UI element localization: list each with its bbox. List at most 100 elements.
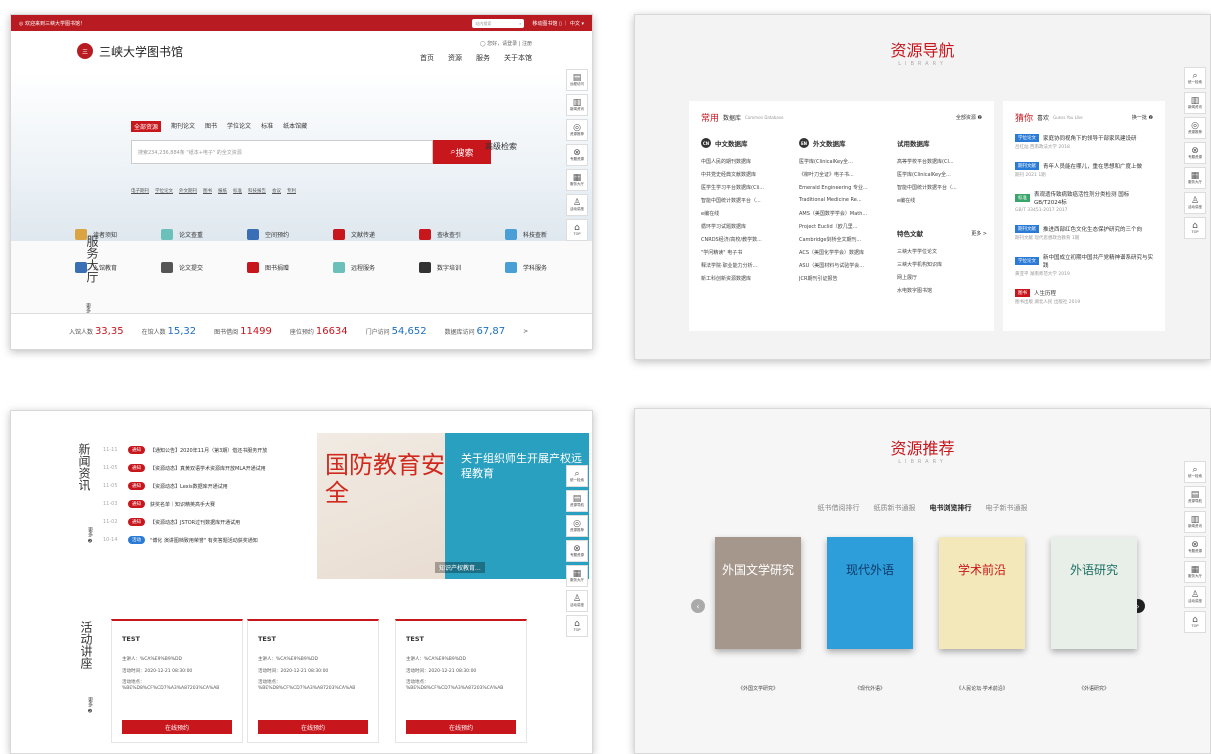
special-link[interactable]: 网上展厅 bbox=[897, 274, 989, 287]
service-item[interactable]: 数字培训 bbox=[419, 262, 505, 273]
rail-item[interactable]: ♙ 活动讲座 bbox=[566, 590, 588, 612]
reserve-button[interactable]: 在线预约 bbox=[258, 720, 368, 734]
database-link[interactable]: 新工科创新资源数据库 bbox=[701, 275, 793, 288]
service-item[interactable]: 远程服务 bbox=[333, 262, 419, 273]
database-link[interactable]: 医学库(ClinicalKey全... bbox=[799, 158, 891, 171]
quick-link[interactable]: 外文期刊 bbox=[179, 188, 197, 194]
recommend-tab[interactable]: 纸书借阅排行 bbox=[818, 503, 860, 513]
search-tab[interactable]: 期刊论文 bbox=[171, 121, 195, 132]
news-more-link[interactable]: 更多 ❷ bbox=[87, 527, 94, 545]
rail-item[interactable]: ▥ 新闻资讯 bbox=[1184, 511, 1206, 533]
rail-item[interactable]: ⌂ TOP bbox=[1184, 611, 1206, 633]
quick-link[interactable]: 会议 bbox=[272, 188, 281, 194]
news-banner[interactable]: 国防教育安全 关于组织师生开展产权远程教育 知识产权教育... bbox=[317, 433, 589, 579]
service-item[interactable]: 论文查重 bbox=[161, 229, 247, 240]
top-links[interactable]: 移动图书馆 ▯ ｜ 中文 ▾ bbox=[532, 20, 584, 27]
recommend-item[interactable]: 期刊文献 推进西部红色文化生态保护研究的三个向 期刊文献 现代思想政治教育 1期 bbox=[1015, 225, 1153, 241]
nav-item[interactable]: 服务 bbox=[476, 53, 490, 63]
rail-item[interactable]: ⌂ TOP bbox=[1184, 217, 1206, 239]
service-item[interactable]: 文献传递 bbox=[333, 229, 419, 240]
database-link[interactable]: 医学生学习平台数据库(Cli... bbox=[701, 184, 793, 197]
rail-item[interactable]: ⌕ 统一检索 bbox=[1184, 461, 1206, 483]
database-link[interactable]: 智能中国统计数据平台（... bbox=[701, 197, 793, 210]
nav-item[interactable]: 关于本馆 bbox=[504, 53, 532, 63]
news-item[interactable]: 11-02 通知 【资源动态】JSTOR过刊数据库开通试用 bbox=[103, 513, 328, 531]
database-link[interactable]: 智能中国统计数据平台（... bbox=[897, 184, 989, 197]
rail-item[interactable]: ▤ 远程访问 bbox=[566, 69, 588, 91]
search-tab[interactable]: 全部资源 bbox=[131, 121, 162, 132]
search-tab[interactable]: 标准 bbox=[261, 121, 273, 132]
database-link[interactable]: AMS（美国数学学会）Math... bbox=[799, 210, 891, 223]
search-icon[interactable]: ⌕ bbox=[519, 21, 521, 26]
advanced-search-link[interactable]: 高级检索 bbox=[485, 141, 517, 152]
news-item[interactable]: 10-14 活动 "博化 演讲图档致用荣誉" 有奖答题活动获奖通知 bbox=[103, 531, 328, 549]
rail-item[interactable]: ▤ 资源导航 bbox=[1184, 486, 1206, 508]
rail-item[interactable]: ◎ 资源推荐 bbox=[566, 515, 588, 537]
rail-item[interactable]: ♙ 活动讲座 bbox=[1184, 586, 1206, 608]
rail-item[interactable]: ⌕ 统一检索 bbox=[566, 465, 588, 487]
recommend-item[interactable]: 期刊文献 青年人员能在哪儿，重在思想和广度上做 期刊 2021 1期 bbox=[1015, 162, 1153, 178]
database-link[interactable]: ACS（美国化学学会）数据库 bbox=[799, 249, 891, 262]
database-link[interactable]: Cambridge剑桥全文期刊... bbox=[799, 236, 891, 249]
reserve-button[interactable]: 在线预约 bbox=[122, 720, 232, 734]
special-more-link[interactable]: 更多 > bbox=[971, 230, 987, 237]
database-link[interactable]: 中国人民的期刊数据库 bbox=[701, 158, 793, 171]
news-item[interactable]: 11-11 通知 【通知公告】2020年11月（第3期）借还书服务开放 bbox=[103, 441, 328, 459]
service-item[interactable]: 入馆教育 bbox=[75, 262, 161, 273]
site-search-input[interactable]: 站内搜索 ⌕ bbox=[472, 18, 525, 28]
special-link[interactable]: 三峡大学学位论文 bbox=[897, 248, 989, 261]
library-logo[interactable]: 三三峡大学图书馆 bbox=[77, 43, 183, 60]
all-resources-link[interactable]: 全部资源 ❷ bbox=[956, 114, 982, 121]
activity-more-link[interactable]: 更多 ❷ bbox=[87, 697, 94, 715]
book-cover[interactable]: 外国文学研究 bbox=[715, 537, 801, 649]
login-link[interactable]: ◯ 您好，请登录 | 注册 bbox=[480, 40, 532, 47]
reserve-button[interactable]: 在线预约 bbox=[406, 720, 516, 734]
rail-item[interactable]: ◎ 资源推荐 bbox=[566, 119, 588, 141]
book-cover[interactable]: 现代外语 bbox=[827, 537, 913, 649]
rail-item[interactable]: ▦ 服务大厅 bbox=[566, 169, 588, 191]
rail-item[interactable]: ▦ 服务大厅 bbox=[1184, 167, 1206, 189]
nav-item[interactable]: 首页 bbox=[420, 53, 434, 63]
recommend-tab[interactable]: 电书浏览排行 bbox=[930, 503, 972, 513]
database-link[interactable]: e编在线 bbox=[897, 197, 989, 210]
prev-arrow-icon[interactable]: ‹ bbox=[691, 599, 705, 613]
database-link[interactable]: 释法学院·职业能力分析... bbox=[701, 262, 793, 275]
rail-item[interactable]: ⊗ 专题资源 bbox=[1184, 142, 1206, 164]
news-item[interactable]: 11-05 通知 【资源动态】Lexis数据库开通试用 bbox=[103, 477, 328, 495]
service-item[interactable]: 查收查引 bbox=[419, 229, 505, 240]
nav-item[interactable]: 资源 bbox=[448, 53, 462, 63]
book-cover[interactable]: 学术前沿 bbox=[939, 537, 1025, 649]
quick-link[interactable]: 科技报告 bbox=[248, 188, 266, 194]
news-item[interactable]: 11-03 通知 获奖名单｜知识精英高手大赛 bbox=[103, 495, 328, 513]
rail-item[interactable]: ♙ 活动讲座 bbox=[566, 194, 588, 216]
rail-item[interactable]: ◎ 资源推荐 bbox=[1184, 117, 1206, 139]
rail-item[interactable]: ♙ 活动讲座 bbox=[1184, 192, 1206, 214]
recommend-item[interactable]: 图书 人生历程 图书出版 湖北人民 出版社 2019 bbox=[1015, 289, 1153, 305]
recommend-item[interactable]: 学位论文 新中国成立初期中国共产党精神谱系研究与实践 黄亚平 湖南师范大学 2019 bbox=[1015, 253, 1153, 277]
search-button[interactable]: ⌕ 搜索 bbox=[433, 140, 491, 164]
database-link[interactable]: 高等学校平台数据库(Cl... bbox=[897, 158, 989, 171]
recommend-item[interactable]: 标准 表观遗传致病致癌活性剂分类检测 国标GB/T2024标 GB/T 33451-… bbox=[1015, 190, 1153, 213]
rail-item[interactable]: ⊗ 专题资源 bbox=[1184, 536, 1206, 558]
refresh-link[interactable]: 换一批 ❷ bbox=[1132, 114, 1153, 121]
quick-link[interactable]: 报纸 bbox=[218, 188, 227, 194]
database-link[interactable]: CNRDS经济/高校/教学数... bbox=[701, 236, 793, 249]
rail-item[interactable]: ⊗ 专题资源 bbox=[566, 144, 588, 166]
database-link[interactable]: 循环学习试题数据库 bbox=[701, 223, 793, 236]
rail-item[interactable]: ⌂ TOP bbox=[566, 615, 588, 637]
search-tab[interactable]: 图书 bbox=[205, 121, 217, 132]
quick-link[interactable]: 图书 bbox=[203, 188, 212, 194]
recommend-item[interactable]: 学位论文 家庭协同视角下的领导干部家风建设研 吕红灿 西南政法大学 2018 bbox=[1015, 134, 1153, 150]
database-link[interactable]: e编在线 bbox=[701, 210, 793, 223]
database-link[interactable]: Traditional Medicine Re... bbox=[799, 197, 891, 210]
rail-item[interactable]: ⌂ TOP bbox=[566, 219, 588, 241]
main-search-input[interactable]: 搜索234,236,884条 "纸本+电子" 的全文资源 bbox=[131, 140, 433, 164]
service-item[interactable]: 读者须知 bbox=[75, 229, 161, 240]
service-item[interactable]: 图书捐赠 bbox=[247, 262, 333, 273]
database-link[interactable]: Emerald Engineering 专业... bbox=[799, 184, 891, 197]
search-tab[interactable]: 纸本馆藏 bbox=[283, 121, 307, 132]
quick-link[interactable]: 电子期刊 bbox=[131, 188, 149, 194]
search-tab[interactable]: 学位论文 bbox=[227, 121, 251, 132]
news-item[interactable]: 11-05 通知 【资源动态】真黄双语学术资源库开放MLA开通试用 bbox=[103, 459, 328, 477]
quick-link[interactable]: 专利 bbox=[287, 188, 296, 194]
